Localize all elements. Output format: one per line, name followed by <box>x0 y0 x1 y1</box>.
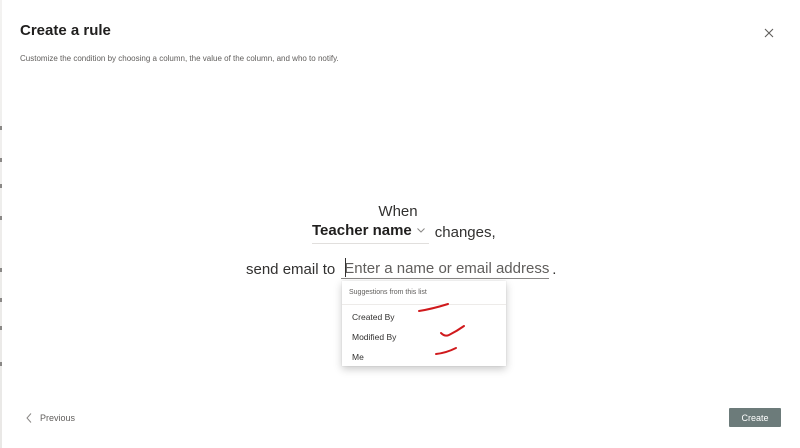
when-label: When <box>378 203 418 220</box>
dialog-subtitle: Customize the condition by choosing a co… <box>20 54 339 63</box>
recipient-row: send email to . <box>246 258 556 280</box>
left-edge-strip <box>0 0 2 448</box>
chevron-left-icon <box>26 413 32 423</box>
email-recipient-input[interactable] <box>341 259 550 279</box>
edge-tick <box>0 184 2 188</box>
suggestion-item-modified-by[interactable]: Modified By <box>342 327 506 347</box>
suggestions-header: Suggestions from this list <box>342 281 506 305</box>
edge-tick <box>0 268 2 272</box>
previous-label: Previous <box>40 413 76 423</box>
when-row: When <box>0 203 800 220</box>
text-caret <box>345 258 346 277</box>
suggestion-item-created-by[interactable]: Created By <box>342 307 506 327</box>
edge-tick <box>0 298 2 302</box>
edge-tick <box>0 126 2 130</box>
condition-row: Teacher name changes, <box>312 221 496 244</box>
close-icon <box>764 28 774 38</box>
suggestion-item-me[interactable]: Me <box>342 347 506 367</box>
sentence-period: . <box>552 260 557 278</box>
close-button[interactable] <box>760 24 778 42</box>
send-email-label: send email to <box>246 260 336 278</box>
changes-label: changes, <box>434 223 496 241</box>
suggestions-dropdown: Suggestions from this list Created By Mo… <box>342 281 506 366</box>
chevron-down-icon <box>416 228 425 233</box>
create-button[interactable]: Create <box>729 408 781 427</box>
column-dropdown[interactable]: Teacher name <box>312 221 429 244</box>
edge-tick <box>0 362 2 366</box>
column-dropdown-value: Teacher name <box>312 222 412 239</box>
edge-tick <box>0 326 2 330</box>
dialog-title: Create a rule <box>20 22 111 39</box>
previous-button[interactable]: Previous <box>26 410 75 426</box>
edge-tick <box>0 158 2 162</box>
